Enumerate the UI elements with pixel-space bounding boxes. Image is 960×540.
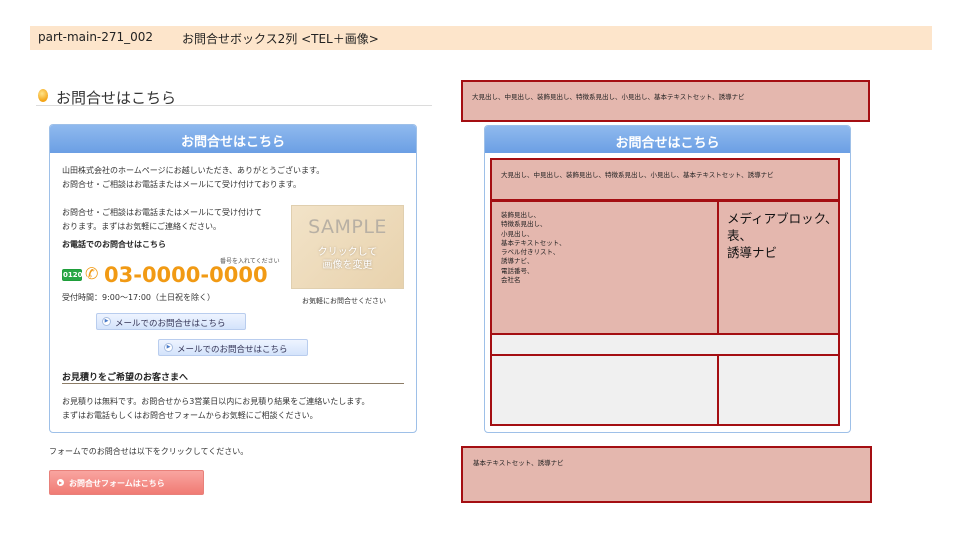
- sample-image[interactable]: SAMPLE クリックして 画像を変更: [291, 205, 404, 289]
- arrow-circle-icon: ▶: [164, 343, 173, 352]
- diagram-intro-cell: 大見出し、中見出し、装飾見出し、特徴系見出し、小見出し、基本テキストセット、誘導…: [490, 158, 840, 201]
- freedial-icon: 0120: [62, 269, 83, 281]
- business-hours: 受付時間：9:00〜17:00（土日祝を除く）: [62, 293, 216, 302]
- part-title: お問合せボックス2列 <TEL＋画像>: [182, 32, 379, 46]
- sample-image-label: SAMPLE: [308, 216, 387, 238]
- sample-image-hint: クリックして 画像を変更: [317, 247, 378, 271]
- section-heading-text: お問合せはこちら: [56, 89, 177, 107]
- bullet-dot-icon: [38, 89, 48, 102]
- image-caption: お気軽にお問合せください: [302, 297, 386, 305]
- diagram-lower-left-cell: [490, 354, 719, 426]
- diagram-top-block: 大見出し、中見出し、装飾見出し、特徴系見出し、小見出し、基本テキストセット、誘導…: [461, 80, 870, 122]
- diagram-text-cell: 装飾見出し、 特徴系見出し、 小見出し、 基本テキストセット、 ラベル付きリスト…: [490, 200, 719, 335]
- estimate-line-1: お見積りは無料です。お問合せから3営業日以内にお見積り結果をご連絡いたします。: [62, 397, 370, 406]
- arrow-circle-icon: ▶: [102, 317, 111, 326]
- body-line-2: おります。まずはお気軽にご連絡ください。: [62, 222, 222, 231]
- contact-box-title: お問合せはこちら: [180, 135, 285, 150]
- diagram-button-row: [490, 333, 840, 356]
- form-note: フォームでのお問合せは以下をクリックしてください。: [49, 447, 249, 456]
- diagram-media-text: メディアブロック、 表、 誘導ナビ: [727, 211, 838, 260]
- mail-contact-button-1[interactable]: ▶ メールでのお問合せはこちら: [96, 313, 246, 330]
- mail-contact-button-2[interactable]: ▶ メールでのお問合せはこちら: [158, 339, 308, 356]
- diagram-lower-right-cell: [717, 354, 840, 426]
- diagram-bottom-block: 基本テキストセット、誘導ナビ: [461, 446, 872, 503]
- intro-line-1: 山田株式会社のホームページにお越しいただき、ありがとうございます。: [62, 166, 325, 175]
- contact-box: お問合せはこちら 山田株式会社のホームページにお越しいただき、ありがとうございま…: [49, 124, 417, 433]
- body-line-1: お問合せ・ご相談はお電話またはメールにて受け付けて: [62, 208, 262, 217]
- estimate-heading: お見積りをご希望のお客さまへ: [62, 370, 404, 384]
- page-header-bar: part-main-271_002 お問合せボックス2列 <TEL＋画像>: [30, 26, 932, 50]
- phone-number[interactable]: 03-0000-0000: [104, 263, 268, 287]
- diagram-header: お問合せはこちら: [485, 126, 850, 153]
- arrow-circle-icon: ▶: [57, 479, 64, 486]
- estimate-line-2: まずはお電話もしくはお問合せフォームからお気軽にご相談ください。: [62, 411, 318, 420]
- contact-form-button[interactable]: ▶ お問合せフォームはこちら: [49, 470, 204, 495]
- contact-box-header: お問合せはこちら: [50, 125, 416, 153]
- diagram-media-cell: メディアブロック、 表、 誘導ナビ: [717, 200, 840, 335]
- diagram-list: 装飾見出し、 特徴系見出し、 小見出し、 基本テキストセット、 ラベル付きリスト…: [501, 211, 566, 285]
- phone-icon: ✆: [85, 264, 99, 283]
- diagram-contact-box: お問合せはこちら 大見出し、中見出し、装飾見出し、特徴系見出し、小見出し、基本テ…: [484, 125, 851, 433]
- intro-line-2: お問合せ・ご相談はお電話またはメールにて受け付けております。: [62, 180, 301, 189]
- phone-heading: お電話でのお問合せはこちら: [62, 240, 166, 249]
- section-heading: お問合せはこちら: [36, 86, 432, 107]
- part-id: part-main-271_002: [38, 30, 154, 44]
